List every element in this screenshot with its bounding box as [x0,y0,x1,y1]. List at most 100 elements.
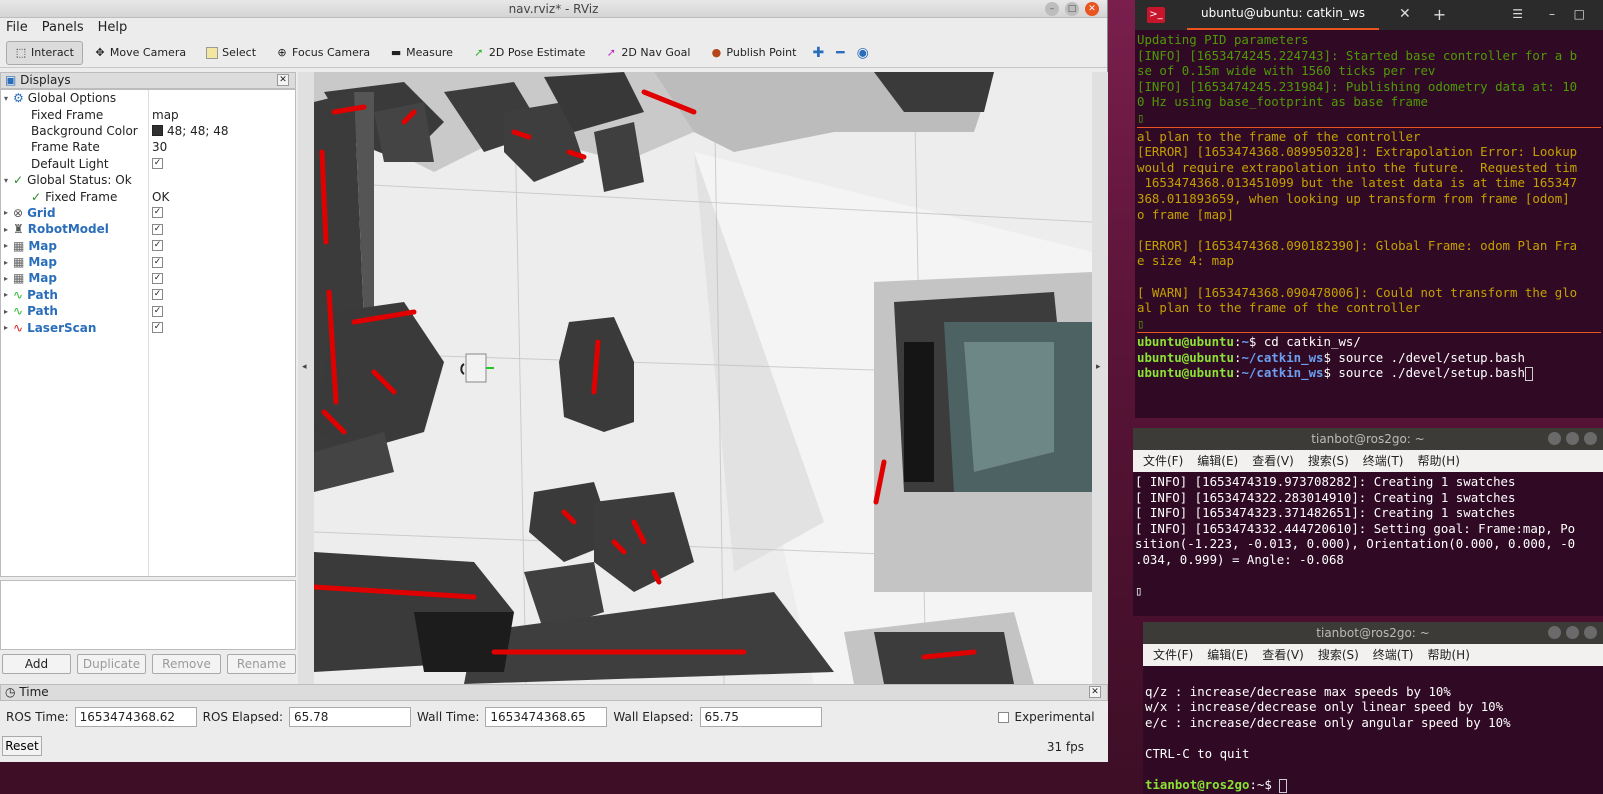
close-icon[interactable] [1584,626,1597,639]
minimize-icon[interactable] [1548,432,1561,445]
add-tool-button[interactable]: ✚ [807,41,829,65]
display-value[interactable]: ✓ [148,240,163,252]
display-row[interactable]: ▸ ♜ RobotModel ✓ [1,221,295,237]
display-value[interactable]: 48; 48; 48 [148,124,229,138]
display-row[interactable]: ▸ ▦ Map ✓ [1,238,295,254]
display-row[interactable]: Fixed Frame map [1,106,295,122]
display-row[interactable]: ▸ ⊗ Grid ✓ [1,205,295,221]
display-row[interactable]: Frame Rate 30 [1,139,295,155]
chevron-down-icon[interactable]: ▾ [1,176,11,185]
terminal-menu-item[interactable]: 文件(F) [1153,644,1193,666]
color-swatch[interactable] [152,125,163,137]
terminal-1-output[interactable]: Updating PID parameters [INFO] [165347424… [1135,30,1603,383]
reset-button[interactable]: Reset [2,736,42,756]
chevron-right-icon[interactable]: ▸ [1,225,11,234]
display-value[interactable]: ✓ [148,322,163,334]
enable-checkbox[interactable]: ✓ [152,158,163,170]
display-value[interactable]: ✓ [148,272,163,284]
terminal-menu-item[interactable]: 编辑(E) [1197,450,1238,472]
display-value[interactable]: ✓ [148,223,163,235]
enable-checkbox[interactable]: ✓ [152,256,163,268]
ros-elapsed-field[interactable]: 65.78 [289,707,412,727]
display-row[interactable]: ✓ Fixed Frame OK [1,188,295,204]
menu-icon[interactable]: ☰ [1512,7,1523,23]
tool-2d-nav-goal[interactable]: ➚ 2D Nav Goal [596,41,699,65]
display-row[interactable]: Default Light ✓ [1,156,295,172]
display-row[interactable]: ▸ ∿ LaserScan ✓ [1,319,295,335]
display-value[interactable]: ✓ [148,289,163,301]
display-value[interactable]: ✓ [148,158,163,170]
maximize-icon[interactable]: □ [1574,7,1585,23]
terminal-3-output[interactable]: q/z : increase/decrease max speeds by 10… [1143,666,1603,794]
wall-elapsed-field[interactable]: 65.75 [699,707,822,727]
display-value[interactable]: 30 [148,140,167,154]
duplicate-button[interactable]: Duplicate [77,654,146,674]
remove-tool-button[interactable]: ━ [831,41,849,65]
close-tab-icon[interactable]: ✕ [1399,7,1411,23]
terminal-menu-item[interactable]: 终端(T) [1363,450,1404,472]
left-splitter[interactable]: ◂ [298,72,314,684]
display-value[interactable]: ✓ [148,207,163,219]
terminal-menu-item[interactable]: 查看(V) [1252,450,1294,472]
terminal-menu-item[interactable]: 帮助(H) [1428,644,1470,666]
enable-checkbox[interactable]: ✓ [152,289,163,301]
display-row[interactable]: ▾ ⚙ Global Options [1,90,295,106]
display-row[interactable]: Background Color 48; 48; 48 [1,123,295,139]
chevron-down-icon[interactable]: ▾ [1,94,11,103]
experimental-checkbox[interactable] [997,711,1009,723]
tool-properties-button[interactable]: ◉ [852,41,874,65]
tool-move-camera[interactable]: ✥ Move Camera [85,41,195,65]
enable-checkbox[interactable]: ✓ [152,207,163,219]
enable-checkbox[interactable]: ✓ [152,305,163,317]
display-row[interactable]: ▾ ✓ Global Status: Ok [1,172,295,188]
terminal-2-titlebar[interactable]: tianbot@ros2go: ~ [1133,428,1603,450]
close-icon[interactable] [1584,432,1597,445]
menu-panels[interactable]: Panels [42,18,84,38]
chevron-right-icon[interactable]: ▸ [1,241,11,250]
display-row[interactable]: ▸ ∿ Path ✓ [1,303,295,319]
terminal-2-output[interactable]: [ INFO] [1653474319.973708282]: Creating… [1133,472,1603,601]
terminal-menu-item[interactable]: 搜索(S) [1318,644,1359,666]
enable-checkbox[interactable]: ✓ [152,240,163,252]
add-button[interactable]: Add [2,654,71,674]
terminal-menu-item[interactable]: 帮助(H) [1418,450,1460,472]
chevron-right-icon[interactable]: ▸ [1,208,11,217]
maximize-icon[interactable] [1566,626,1579,639]
maximize-icon[interactable]: □ [1065,2,1079,16]
display-row[interactable]: ▸ ▦ Map ✓ [1,270,295,286]
close-icon[interactable]: ✕ [1085,2,1099,16]
remove-button[interactable]: Remove [152,654,221,674]
terminal-menu-item[interactable]: 搜索(S) [1308,450,1349,472]
chevron-right-icon[interactable]: ▸ [1,290,11,299]
render-view-3d[interactable] [314,72,1092,684]
enable-checkbox[interactable]: ✓ [152,272,163,284]
right-splitter[interactable]: ▸ [1092,72,1108,684]
terminal-3-titlebar[interactable]: tianbot@ros2go: ~ [1143,622,1603,644]
tool-2d-pose-estimate[interactable]: ➚ 2D Pose Estimate [464,41,595,65]
tool-focus-camera[interactable]: ⊕ Focus Camera [267,41,379,65]
minimize-icon[interactable]: – [1045,2,1059,16]
chevron-right-icon[interactable]: ▸ [1,258,11,267]
tool-publish-point[interactable]: ● Publish Point [701,41,805,65]
display-value[interactable]: OK [148,190,169,204]
enable-checkbox[interactable]: ✓ [152,322,163,334]
terminal-menu-item[interactable]: 编辑(E) [1207,644,1248,666]
display-row[interactable]: ▸ ∿ Path ✓ [1,287,295,303]
chevron-right-icon[interactable]: ▸ [1,323,11,332]
chevron-right-icon[interactable]: ▸ [1,274,11,283]
terminal-menu-item[interactable]: 文件(F) [1143,450,1183,472]
minimize-icon[interactable] [1548,626,1561,639]
chevron-right-icon[interactable]: ▸ [1,307,11,316]
ros-time-field[interactable]: 1653474368.62 [74,707,197,727]
close-icon[interactable]: ✕ [277,74,289,86]
wall-time-field[interactable]: 1653474368.65 [485,707,608,727]
enable-checkbox[interactable]: ✓ [152,223,163,235]
maximize-icon[interactable] [1566,432,1579,445]
minimize-icon[interactable]: – [1549,7,1555,23]
close-icon[interactable]: ✕ [1089,686,1101,698]
rename-button[interactable]: Rename [227,654,296,674]
display-row[interactable]: ▸ ▦ Map ✓ [1,254,295,270]
display-value[interactable]: ✓ [148,256,163,268]
display-value[interactable]: ✓ [148,305,163,317]
terminal-tab[interactable]: ubuntu@ubuntu: catkin_ws [1187,0,1379,30]
